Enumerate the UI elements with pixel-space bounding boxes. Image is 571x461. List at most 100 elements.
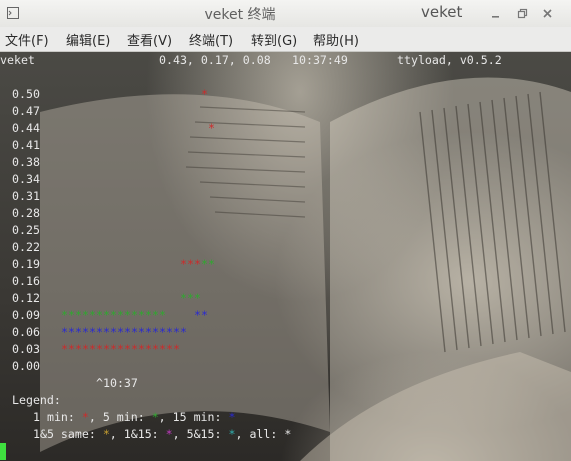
- legend-15min-swatch: *: [228, 410, 236, 424]
- plot-point: *: [194, 291, 201, 305]
- terminal-output[interactable]: veket 0.43, 0.17, 0.08 10:37:49 ttyload,…: [0, 52, 571, 461]
- plot-point: *: [145, 325, 152, 339]
- header-program: ttyload, v0.5.2: [397, 53, 502, 67]
- plot-point: *: [89, 325, 96, 339]
- menu-terminal[interactable]: 终端(T): [189, 30, 233, 49]
- window-title-right: veket: [421, 3, 463, 21]
- plot-point: *: [208, 257, 215, 271]
- terminal-cursor: [0, 443, 6, 460]
- legend-5min-label: , 5 min:: [88, 410, 145, 424]
- plot-point: *: [61, 308, 68, 322]
- plot-point: *: [138, 342, 145, 356]
- legend-all-swatch: *: [284, 427, 292, 441]
- y-tick-label: 0.44: [12, 121, 40, 135]
- y-tick-label: 0.31: [12, 189, 40, 203]
- header-time: 10:37:49: [292, 53, 348, 67]
- plot-point: *: [103, 308, 110, 322]
- plot-point: *: [61, 325, 68, 339]
- plot-point: *: [131, 308, 138, 322]
- plot-point: *: [201, 87, 208, 101]
- plot-point: *: [159, 325, 166, 339]
- window-title: veket 终端: [204, 7, 276, 23]
- legend-line-2: 1&5 same: *, 1&15: *, 5&15: *, all: *: [33, 426, 291, 443]
- plot-point: *: [89, 308, 96, 322]
- plot-point: *: [138, 325, 145, 339]
- header-loadavg: 0.43, 0.17, 0.08: [159, 53, 271, 67]
- plot-point: *: [138, 308, 145, 322]
- plot-point: *: [110, 325, 117, 339]
- book-background-image: [40, 77, 571, 461]
- y-tick-label: 0.09: [12, 308, 40, 322]
- plot-point: *: [96, 325, 103, 339]
- plot-point: *: [166, 325, 173, 339]
- plot-point: *: [159, 308, 166, 322]
- menu-file[interactable]: 文件(F): [5, 30, 49, 49]
- plot-point: *: [117, 325, 124, 339]
- plot-point: *: [75, 342, 82, 356]
- plot-point: *: [187, 291, 194, 305]
- y-tick-label: 0.50: [12, 87, 40, 101]
- plot-point: *: [159, 342, 166, 356]
- plot-point: *: [145, 308, 152, 322]
- plot-point: *: [96, 342, 103, 356]
- legend-1min-swatch: *: [81, 410, 89, 424]
- plot-point: *: [145, 342, 152, 356]
- y-tick-label: 0.19: [12, 257, 40, 271]
- restore-icon[interactable]: [516, 7, 529, 20]
- legend-1and15-label: , 1&15:: [109, 427, 159, 441]
- plot-point: *: [82, 342, 89, 356]
- legend-5min-swatch: *: [151, 410, 159, 424]
- plot-point: *: [124, 308, 131, 322]
- title-bar[interactable]: veket 终端 veket: [0, 0, 571, 28]
- plot-point: *: [194, 257, 201, 271]
- y-tick-label: 0.25: [12, 223, 40, 237]
- plot-point: *: [187, 257, 194, 271]
- plot-point: *: [152, 342, 159, 356]
- plot-point: *: [201, 257, 208, 271]
- plot-point: *: [89, 342, 96, 356]
- plot-point: *: [75, 325, 82, 339]
- plot-point: *: [166, 342, 173, 356]
- plot-point: *: [124, 342, 131, 356]
- terminal-window: veket 终端 veket 文件(F) 编辑(E) 查看(V) 终端(T) 转…: [0, 0, 571, 461]
- plot-point: *: [68, 325, 75, 339]
- menu-bar: 文件(F) 编辑(E) 查看(V) 终端(T) 转到(G) 帮助(H): [0, 27, 571, 52]
- legend-title: Legend:: [12, 393, 61, 407]
- legend-1and5-swatch: *: [102, 427, 110, 441]
- plot-point: *: [131, 325, 138, 339]
- plot-point: *: [103, 342, 110, 356]
- y-tick-label: 0.16: [12, 274, 40, 288]
- menu-view[interactable]: 查看(V): [127, 30, 172, 49]
- menu-edit[interactable]: 编辑(E): [66, 30, 110, 49]
- legend-1and15-swatch: *: [165, 427, 173, 441]
- plot-point: *: [117, 308, 124, 322]
- legend-15min-label: , 15 min:: [158, 410, 222, 424]
- menu-help[interactable]: 帮助(H): [313, 30, 359, 49]
- plot-point: *: [82, 325, 89, 339]
- legend-1min-label: 1 min:: [33, 410, 75, 424]
- y-tick-label: 0.06: [12, 325, 40, 339]
- plot-point: *: [75, 308, 82, 322]
- y-tick-label: 0.38: [12, 155, 40, 169]
- y-tick-label: 0.00: [12, 359, 40, 373]
- plot-point: *: [180, 291, 187, 305]
- plot-point: *: [96, 308, 103, 322]
- close-icon[interactable]: [541, 7, 554, 20]
- minimize-icon[interactable]: [489, 7, 502, 20]
- plot-point: *: [110, 308, 117, 322]
- plot-point: *: [180, 257, 187, 271]
- plot-point: *: [180, 325, 187, 339]
- plot-point: *: [194, 308, 201, 322]
- plot-point: *: [173, 342, 180, 356]
- plot-point: *: [68, 342, 75, 356]
- plot-point: *: [131, 342, 138, 356]
- y-tick-label: 0.03: [12, 342, 40, 356]
- plot-point: *: [117, 342, 124, 356]
- plot-point: *: [61, 342, 68, 356]
- plot-point: *: [103, 325, 110, 339]
- menu-goto[interactable]: 转到(G): [251, 30, 297, 49]
- plot-point: *: [173, 325, 180, 339]
- legend-5and15-label: , 5&15:: [172, 427, 222, 441]
- plot-point: *: [124, 325, 131, 339]
- plot-point: *: [152, 325, 159, 339]
